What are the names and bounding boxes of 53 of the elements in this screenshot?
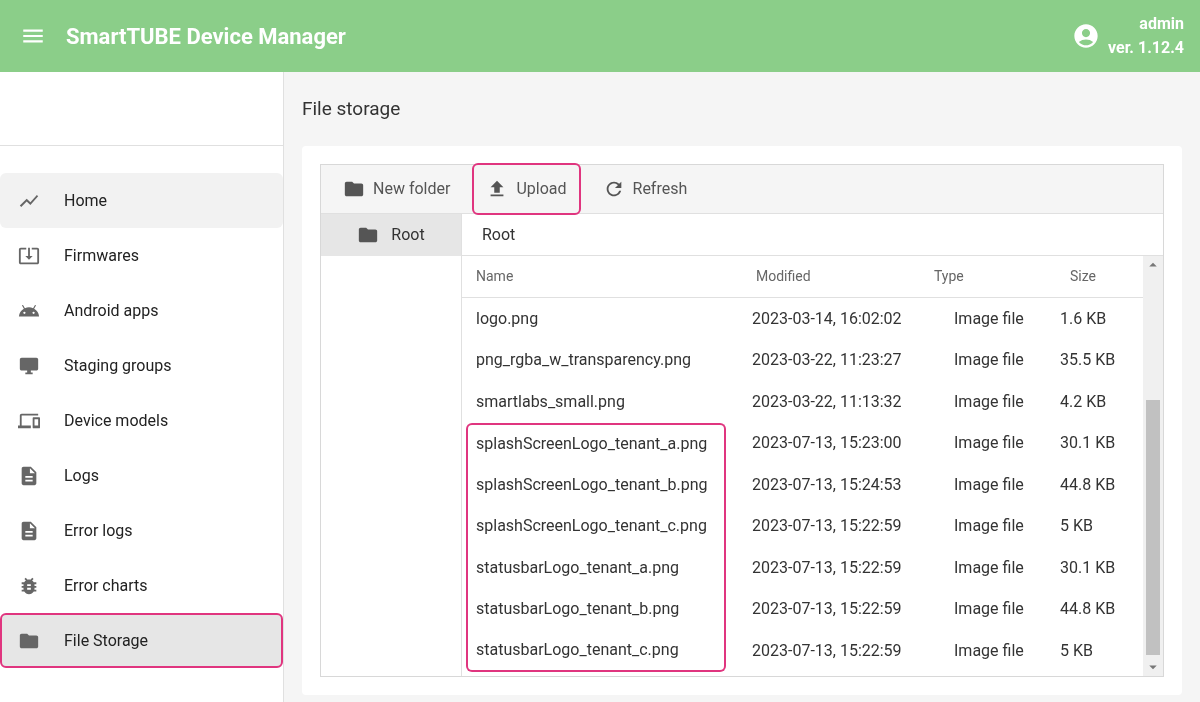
modified-cell-text: 2023-07-13, 15:24:53 [751,473,903,496]
type-cell-text: Image file [953,473,1025,496]
scrollbar[interactable] [1143,256,1163,676]
type-cell-text: Image file [953,639,1025,662]
toolbar-button[interactable]: New folder [329,163,465,215]
modified-cell-text: 2023-07-13, 15:22:59 [751,639,903,662]
user-name: admin [1139,13,1184,35]
size-cell-text: 44.8 KB [1060,473,1117,496]
column-header[interactable]: Type [934,266,1070,287]
toolbar-button[interactable]: Refresh [588,163,702,215]
type-cell-text: Image file [953,432,1025,455]
modified-cell-text: 2023-03-22, 11:13:32 [751,390,903,413]
type-cell-text: Image file [953,307,1025,330]
file-name-cell[interactable]: statusbarLogo_tenant_c.png [466,630,726,672]
modified-cell-text: 2023-07-13, 15:22:59 [751,556,903,579]
type-cell-text: Image file [953,390,1025,413]
size-cell-text: 1.6 KB [1060,307,1108,330]
size-cell-text: 4.2 KB [1060,390,1108,413]
file-name-cell[interactable]: png_rgba_w_transparency.png [466,339,726,381]
column-header[interactable]: Modified [756,266,934,287]
app-title: SmartTUBE Device Manager [66,22,346,51]
file-name-cell[interactable]: logo.png [466,298,726,340]
file-name-cell[interactable]: splashScreenLogo_tenant_c.png [466,505,726,547]
file-name-cell[interactable]: statusbarLogo_tenant_a.png [466,547,726,589]
size-cell-text: 44.8 KB [1060,598,1117,621]
type-cell-text: Image file [953,598,1025,621]
size-cell-text: 5 KB [1060,515,1094,538]
modified-cell-text: 2023-07-13, 15:22:59 [751,598,903,621]
type-cell-text: Image file [953,349,1025,372]
breadcrumb[interactable]: Root [482,222,516,247]
column-header[interactable]: Size [1070,266,1129,287]
sidebar-item[interactable]: File Storage [0,613,283,668]
file-name-cell[interactable]: statusbarLogo_tenant_b.png [466,588,726,630]
tree-item[interactable]: Root [321,214,461,256]
sidebar-item[interactable]: Home [0,173,283,228]
account-icon[interactable] [1072,22,1101,50]
file-name-cell[interactable]: splashScreenLogo_tenant_a.png [466,422,726,464]
type-cell-text: Image file [953,515,1025,538]
file-name-cell[interactable]: smartlabs_small.png [466,381,726,423]
modified-cell-text: 2023-03-14, 16:02:02 [751,307,903,330]
size-cell-text: 30.1 KB [1060,432,1117,455]
size-cell-text: 5 KB [1060,639,1094,662]
version-label: ver. 1.12.4 [1108,37,1184,59]
modified-cell-text: 2023-03-22, 11:23:27 [751,349,903,372]
column-header[interactable]: Name [476,266,756,287]
modified-cell-text: 2023-07-13, 15:23:00 [751,432,903,455]
size-cell-text: 35.5 KB [1060,349,1117,372]
size-cell-text: 30.1 KB [1060,556,1117,579]
modified-cell-text: 2023-07-13, 15:22:59 [751,515,903,538]
toolbar-button[interactable]: Upload [472,163,581,215]
type-cell-text: Image file [953,556,1025,579]
page-title: File storage [302,95,402,122]
file-name-cell[interactable]: splashScreenLogo_tenant_b.png [466,464,726,506]
